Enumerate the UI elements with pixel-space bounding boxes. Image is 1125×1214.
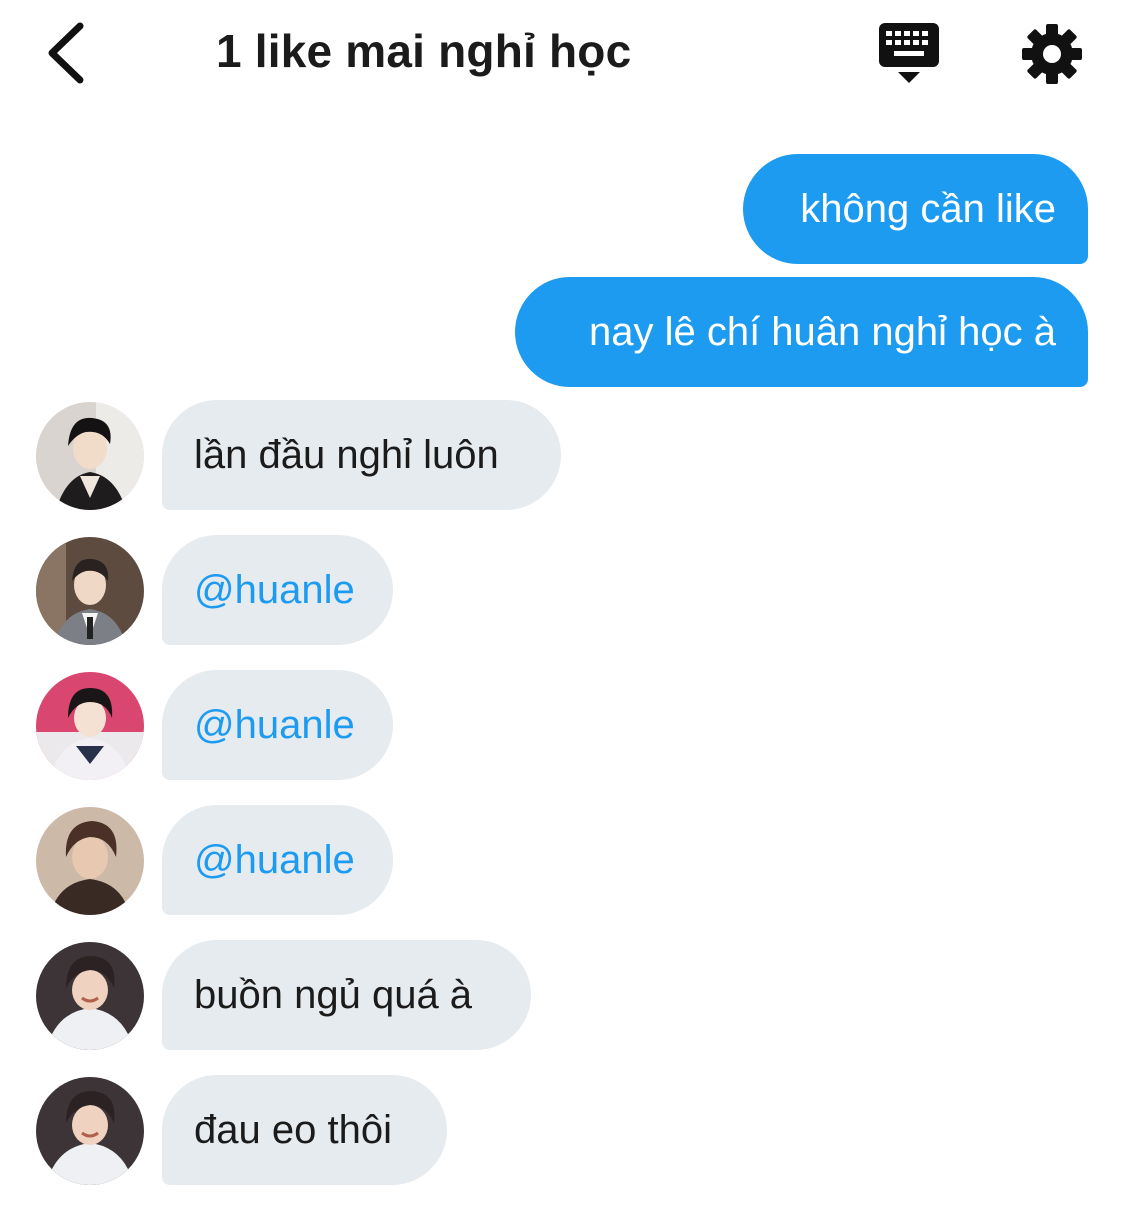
keyboard-icon — [879, 23, 939, 83]
mention-message[interactable]: @huanle — [162, 670, 393, 780]
message-text: không cần like — [800, 186, 1056, 231]
avatar[interactable] — [36, 807, 144, 915]
settings-button[interactable] — [1020, 22, 1084, 86]
conversation-title: 1 like mai nghỉ học — [216, 25, 632, 77]
outgoing-message[interactable]: nay lê chí huân nghỉ học à — [515, 277, 1088, 387]
avatar[interactable] — [36, 942, 144, 1050]
mention-link[interactable]: @huanle — [194, 568, 355, 613]
avatar[interactable] — [36, 1077, 144, 1185]
incoming-message[interactable]: đau eo thôi — [162, 1075, 447, 1185]
gear-icon — [1022, 24, 1082, 84]
mention-message[interactable]: @huanle — [162, 805, 393, 915]
incoming-message[interactable]: buồn ngủ quá à — [162, 940, 531, 1050]
avatar[interactable] — [36, 402, 144, 510]
message-text: nay lê chí huân nghỉ học à — [588, 309, 1056, 354]
conversation-header: 1 like mai nghỉ học — [0, 0, 1125, 110]
back-button[interactable] — [38, 20, 98, 86]
mention-link[interactable]: @huanle — [194, 703, 355, 748]
chevron-left-icon — [48, 22, 84, 84]
mention-message[interactable]: @huanle — [162, 535, 393, 645]
avatar[interactable] — [36, 672, 144, 780]
outgoing-message[interactable]: không cần like — [743, 154, 1088, 264]
keyboard-toggle-button[interactable] — [874, 20, 944, 88]
incoming-message[interactable]: lần đầu nghỉ luôn — [162, 400, 561, 510]
avatar[interactable] — [36, 537, 144, 645]
mention-link[interactable]: @huanle — [194, 838, 355, 883]
message-text: lần đầu nghỉ luôn — [194, 432, 499, 477]
message-text: đau eo thôi — [194, 1107, 392, 1152]
message-text: buồn ngủ quá à — [194, 972, 473, 1017]
